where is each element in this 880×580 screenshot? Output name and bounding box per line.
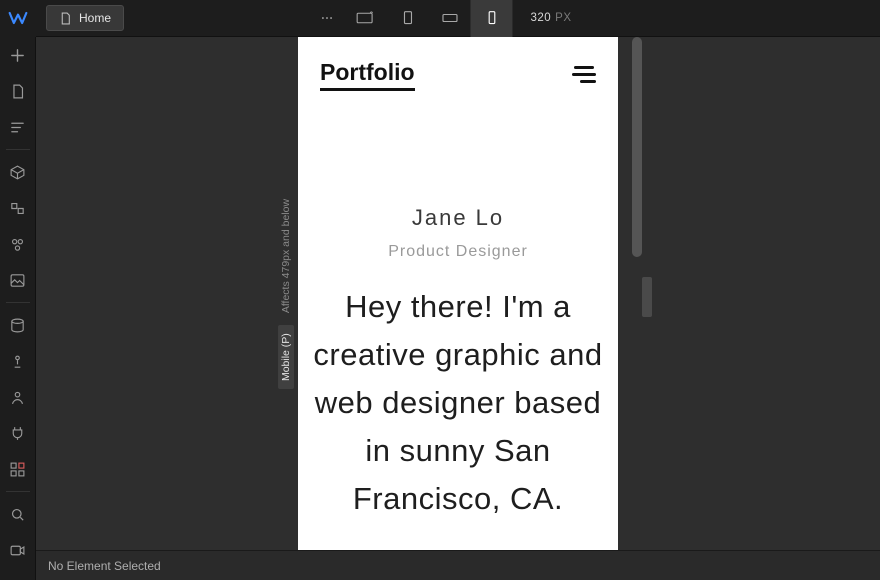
mobile-preview-frame[interactable]: Portfolio Jane Lo Product Designer Hey t… [298, 37, 618, 550]
user-icon [9, 389, 26, 406]
breakpoint-switcher: 320PX [308, 0, 571, 37]
logic-icon [9, 425, 26, 442]
tablet-breakpoint-button[interactable] [386, 0, 428, 37]
video-button[interactable] [0, 532, 36, 568]
rail-separator [6, 302, 30, 303]
cms-button[interactable] [0, 307, 36, 343]
navigator-button[interactable] [0, 109, 36, 145]
mobile-landscape-breakpoint-button[interactable] [428, 0, 470, 37]
image-icon [9, 272, 26, 289]
page-label: Home [79, 11, 111, 25]
plus-icon [9, 47, 26, 64]
site-logo[interactable]: Portfolio [320, 59, 415, 91]
navigator-icon [9, 119, 26, 136]
page-icon [59, 12, 72, 25]
mobile-portrait-icon [482, 11, 501, 25]
hero-intro-text: Hey there! I'm a creative graphic and we… [298, 283, 618, 523]
rail-separator [6, 491, 30, 492]
users-button[interactable] [0, 379, 36, 415]
hero-section: Jane Lo Product Designer Hey there! I'm … [298, 97, 618, 523]
search-button[interactable] [0, 496, 36, 532]
add-element-button[interactable] [0, 37, 36, 73]
symbols-button[interactable] [0, 190, 36, 226]
variables-icon [9, 236, 26, 253]
page-selector-button[interactable]: Home [46, 5, 124, 31]
hero-name: Jane Lo [298, 205, 618, 231]
breakpoint-indicator: Mobile (P) Affects 479px and below [278, 37, 295, 550]
more-breakpoints-button[interactable] [308, 0, 344, 37]
ellipsis-icon [317, 11, 336, 25]
left-tool-rail [0, 37, 36, 580]
database-icon [9, 317, 26, 334]
mobile-portrait-breakpoint-button[interactable] [470, 0, 512, 37]
hero-role: Product Designer [298, 243, 618, 261]
tablet-icon [398, 11, 417, 25]
pages-button[interactable] [0, 73, 36, 109]
rail-separator [6, 149, 30, 150]
selection-status-text: No Element Selected [48, 559, 161, 573]
breakpoint-name-tag: Mobile (P) [279, 325, 295, 389]
ecommerce-button[interactable] [0, 343, 36, 379]
apps-button[interactable] [0, 451, 36, 487]
viewport-width-label[interactable]: 320PX [530, 12, 571, 24]
app-logo[interactable] [0, 0, 36, 37]
status-bar: No Element Selected [36, 550, 880, 580]
components-button[interactable] [0, 154, 36, 190]
page-icon [9, 83, 26, 100]
symbols-icon [9, 200, 26, 217]
site-header: Portfolio [298, 37, 618, 97]
mobile-landscape-icon [440, 11, 459, 25]
search-icon [9, 506, 26, 523]
desktop-icon [356, 11, 375, 25]
ecommerce-icon [9, 353, 26, 370]
breakpoint-affects-label: Affects 479px and below [281, 198, 293, 312]
canvas-area[interactable]: Mobile (P) Affects 479px and below Portf… [36, 37, 880, 550]
cube-icon [9, 164, 26, 181]
desktop-breakpoint-button[interactable] [344, 0, 386, 37]
apps-icon [9, 461, 26, 478]
logic-button[interactable] [0, 415, 36, 451]
preview-scrollbar[interactable] [632, 37, 642, 550]
width-drag-handle[interactable] [642, 277, 652, 317]
variables-button[interactable] [0, 226, 36, 262]
video-icon [9, 542, 26, 559]
top-toolbar: Home 320PX [0, 0, 880, 37]
assets-button[interactable] [0, 262, 36, 298]
hamburger-menu-button[interactable] [572, 66, 596, 84]
scrollbar-thumb[interactable] [632, 37, 642, 257]
